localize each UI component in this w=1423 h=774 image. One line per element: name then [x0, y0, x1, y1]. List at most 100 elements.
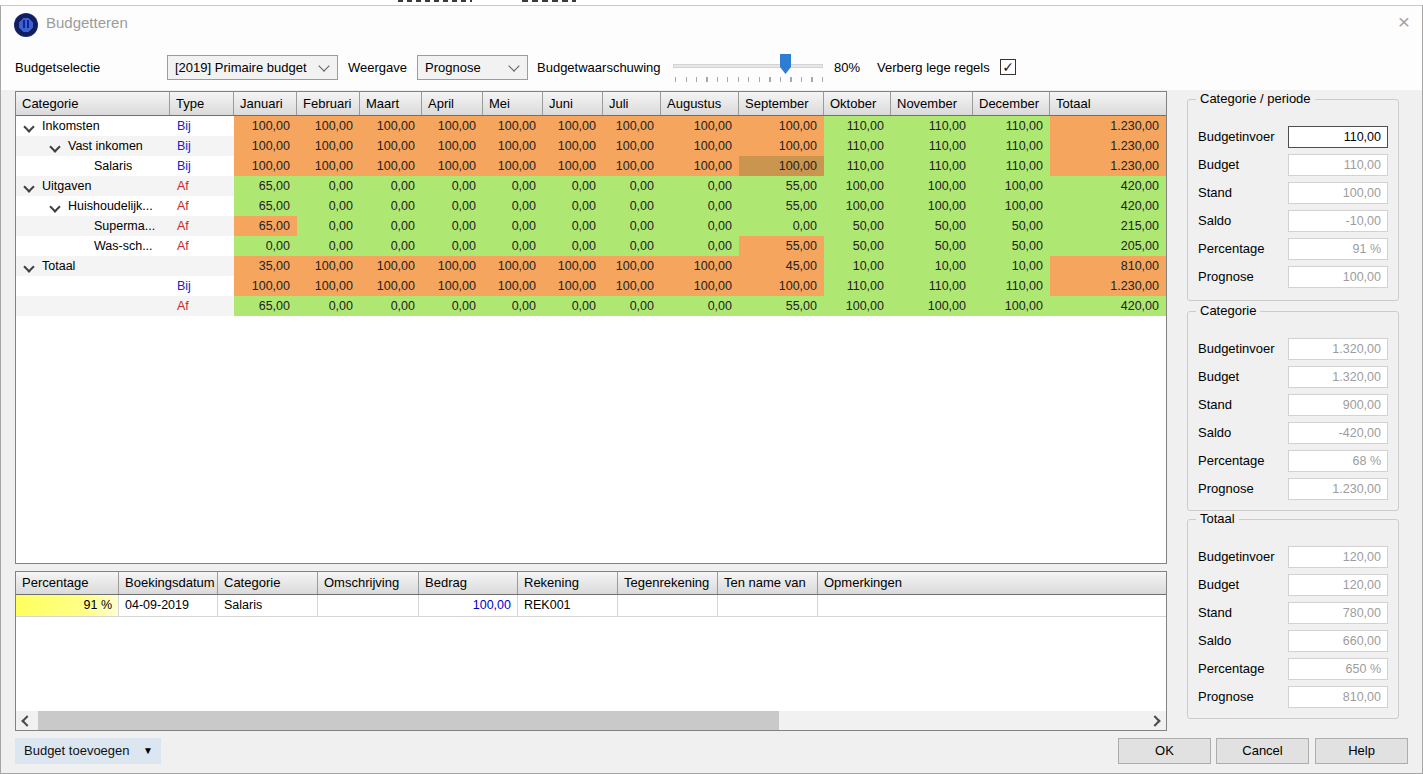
- value-cell[interactable]: 0,00: [422, 236, 483, 256]
- value-cell[interactable]: 0,00: [661, 236, 739, 256]
- value-cell[interactable]: 0,00: [297, 296, 360, 316]
- total-cell[interactable]: 810,00: [1050, 256, 1166, 276]
- budget-warning-slider[interactable]: [673, 52, 825, 88]
- total-cell[interactable]: 1.230,00: [1050, 116, 1166, 136]
- category-cell[interactable]: Vast inkomen: [16, 136, 170, 156]
- category-cell[interactable]: Uitgaven: [16, 176, 170, 196]
- value-cell[interactable]: 10,00: [973, 256, 1050, 276]
- value-cell[interactable]: 0,00: [483, 176, 543, 196]
- value-cell[interactable]: 100,00: [661, 256, 739, 276]
- value-cell[interactable]: 50,00: [973, 236, 1050, 256]
- value-cell[interactable]: 10,00: [891, 256, 973, 276]
- value-cell[interactable]: 100,00: [483, 156, 543, 176]
- value-cell[interactable]: 55,00: [739, 176, 824, 196]
- total-cell[interactable]: 1.230,00: [1050, 156, 1166, 176]
- ok-button[interactable]: OK: [1118, 738, 1211, 764]
- value-cell[interactable]: 110,00: [824, 116, 891, 136]
- column-header-opmerkingen[interactable]: Opmerkingen: [818, 572, 1166, 594]
- value-cell[interactable]: 100,00: [543, 136, 603, 156]
- value-cell[interactable]: 100,00: [891, 296, 973, 316]
- chevron-down-icon[interactable]: [24, 262, 34, 271]
- chevron-down-icon[interactable]: [24, 182, 34, 191]
- value-cell[interactable]: 100,00: [297, 276, 360, 296]
- category-cell[interactable]: Inkomsten: [16, 116, 170, 136]
- value-cell[interactable]: 110,00: [891, 116, 973, 136]
- value-cell[interactable]: 0,00: [661, 296, 739, 316]
- value-cell[interactable]: 0,00: [422, 216, 483, 236]
- value-cell[interactable]: 10,00: [824, 256, 891, 276]
- cell-percentage[interactable]: 91 %: [16, 595, 119, 616]
- value-cell[interactable]: 0,00: [603, 196, 661, 216]
- value-cell[interactable]: 100,00: [543, 256, 603, 276]
- value-cell[interactable]: 100,00: [543, 276, 603, 296]
- value-cell[interactable]: 55,00: [739, 196, 824, 216]
- value-cell[interactable]: 50,00: [973, 216, 1050, 236]
- value-cell[interactable]: 0,00: [234, 236, 297, 256]
- column-header-type[interactable]: Type: [170, 92, 234, 115]
- value-cell[interactable]: 100,00: [661, 156, 739, 176]
- table-row[interactable]: Vast inkomenBij100,00100,00100,00100,001…: [16, 136, 1166, 156]
- close-icon[interactable]: ×: [1389, 7, 1419, 37]
- category-cell[interactable]: Superma...: [16, 216, 170, 236]
- value-cell[interactable]: 0,00: [603, 216, 661, 236]
- value-cell[interactable]: 0,00: [661, 196, 739, 216]
- value-cell[interactable]: 110,00: [973, 136, 1050, 156]
- value-cell[interactable]: 110,00: [973, 156, 1050, 176]
- value-cell[interactable]: 50,00: [824, 236, 891, 256]
- cell-ten-name-van[interactable]: [718, 595, 818, 616]
- add-budget-button[interactable]: Budget toevoegen ▼: [15, 738, 161, 764]
- table-row[interactable]: Af65,000,000,000,000,000,000,000,0055,00…: [16, 296, 1166, 316]
- total-cell[interactable]: 420,00: [1050, 296, 1166, 316]
- value-cell[interactable]: 100,00: [483, 256, 543, 276]
- cell-boekingsdatum[interactable]: 04-09-2019: [119, 595, 218, 616]
- value-cell[interactable]: 100,00: [360, 116, 422, 136]
- value-cell[interactable]: 100,00: [891, 176, 973, 196]
- transaction-row[interactable]: 91 %04-09-2019Salaris100,00REK001: [16, 595, 1166, 617]
- total-cell[interactable]: 205,00: [1050, 236, 1166, 256]
- column-header-bedrag[interactable]: Bedrag: [419, 572, 518, 594]
- value-cell[interactable]: 100,00: [973, 296, 1050, 316]
- value-cell[interactable]: 100,00: [360, 156, 422, 176]
- value-cell[interactable]: 50,00: [891, 236, 973, 256]
- column-header-categorie[interactable]: Categorie: [218, 572, 318, 594]
- column-header-november[interactable]: November: [891, 92, 973, 115]
- chevron-down-icon[interactable]: [50, 142, 60, 151]
- value-cell[interactable]: 110,00: [824, 156, 891, 176]
- value-cell[interactable]: 100,00: [603, 136, 661, 156]
- table-row[interactable]: Totaal35,00100,00100,00100,00100,00100,0…: [16, 256, 1166, 276]
- total-cell[interactable]: 1.230,00: [1050, 136, 1166, 156]
- column-header-percentage[interactable]: Percentage: [16, 572, 119, 594]
- column-header-januari[interactable]: Januari: [234, 92, 297, 115]
- value-cell[interactable]: 100,00: [234, 276, 297, 296]
- column-header-totaal[interactable]: Totaal: [1050, 92, 1166, 115]
- value-cell[interactable]: 100,00: [739, 276, 824, 296]
- slider-track[interactable]: [673, 64, 823, 68]
- value-cell[interactable]: 100,00: [234, 156, 297, 176]
- table-row[interactable]: InkomstenBij100,00100,00100,00100,00100,…: [16, 116, 1166, 136]
- value-cell[interactable]: 100,00: [824, 176, 891, 196]
- column-header-oktober[interactable]: Oktober: [824, 92, 891, 115]
- cancel-button[interactable]: Cancel: [1216, 738, 1309, 764]
- budgetselectie-dropdown[interactable]: [2019] Primaire budget: [167, 55, 338, 80]
- column-header-juli[interactable]: Juli: [603, 92, 661, 115]
- value-cell[interactable]: 0,00: [483, 296, 543, 316]
- value-cell[interactable]: 0,00: [661, 216, 739, 236]
- value-cell[interactable]: 100,00: [603, 116, 661, 136]
- value-cell[interactable]: 0,00: [739, 216, 824, 236]
- value-cell[interactable]: 100,00: [483, 136, 543, 156]
- value-cell[interactable]: 100,00: [297, 156, 360, 176]
- column-header-december[interactable]: December: [973, 92, 1050, 115]
- value-cell[interactable]: 0,00: [360, 296, 422, 316]
- table-row[interactable]: UitgavenAf65,000,000,000,000,000,000,000…: [16, 176, 1166, 196]
- total-cell[interactable]: 215,00: [1050, 216, 1166, 236]
- value-cell[interactable]: 0,00: [297, 236, 360, 256]
- value-cell[interactable]: 0,00: [297, 176, 360, 196]
- cell-categorie[interactable]: Salaris: [218, 595, 318, 616]
- value-cell[interactable]: 100,00: [739, 116, 824, 136]
- value-cell[interactable]: 100,00: [360, 276, 422, 296]
- value-cell[interactable]: 0,00: [543, 296, 603, 316]
- value-cell[interactable]: 110,00: [824, 276, 891, 296]
- category-cell[interactable]: Huishoudelijk...: [16, 196, 170, 216]
- value-cell[interactable]: 100,00: [483, 116, 543, 136]
- column-header-boekingsdatum[interactable]: Boekingsdatum: [119, 572, 218, 594]
